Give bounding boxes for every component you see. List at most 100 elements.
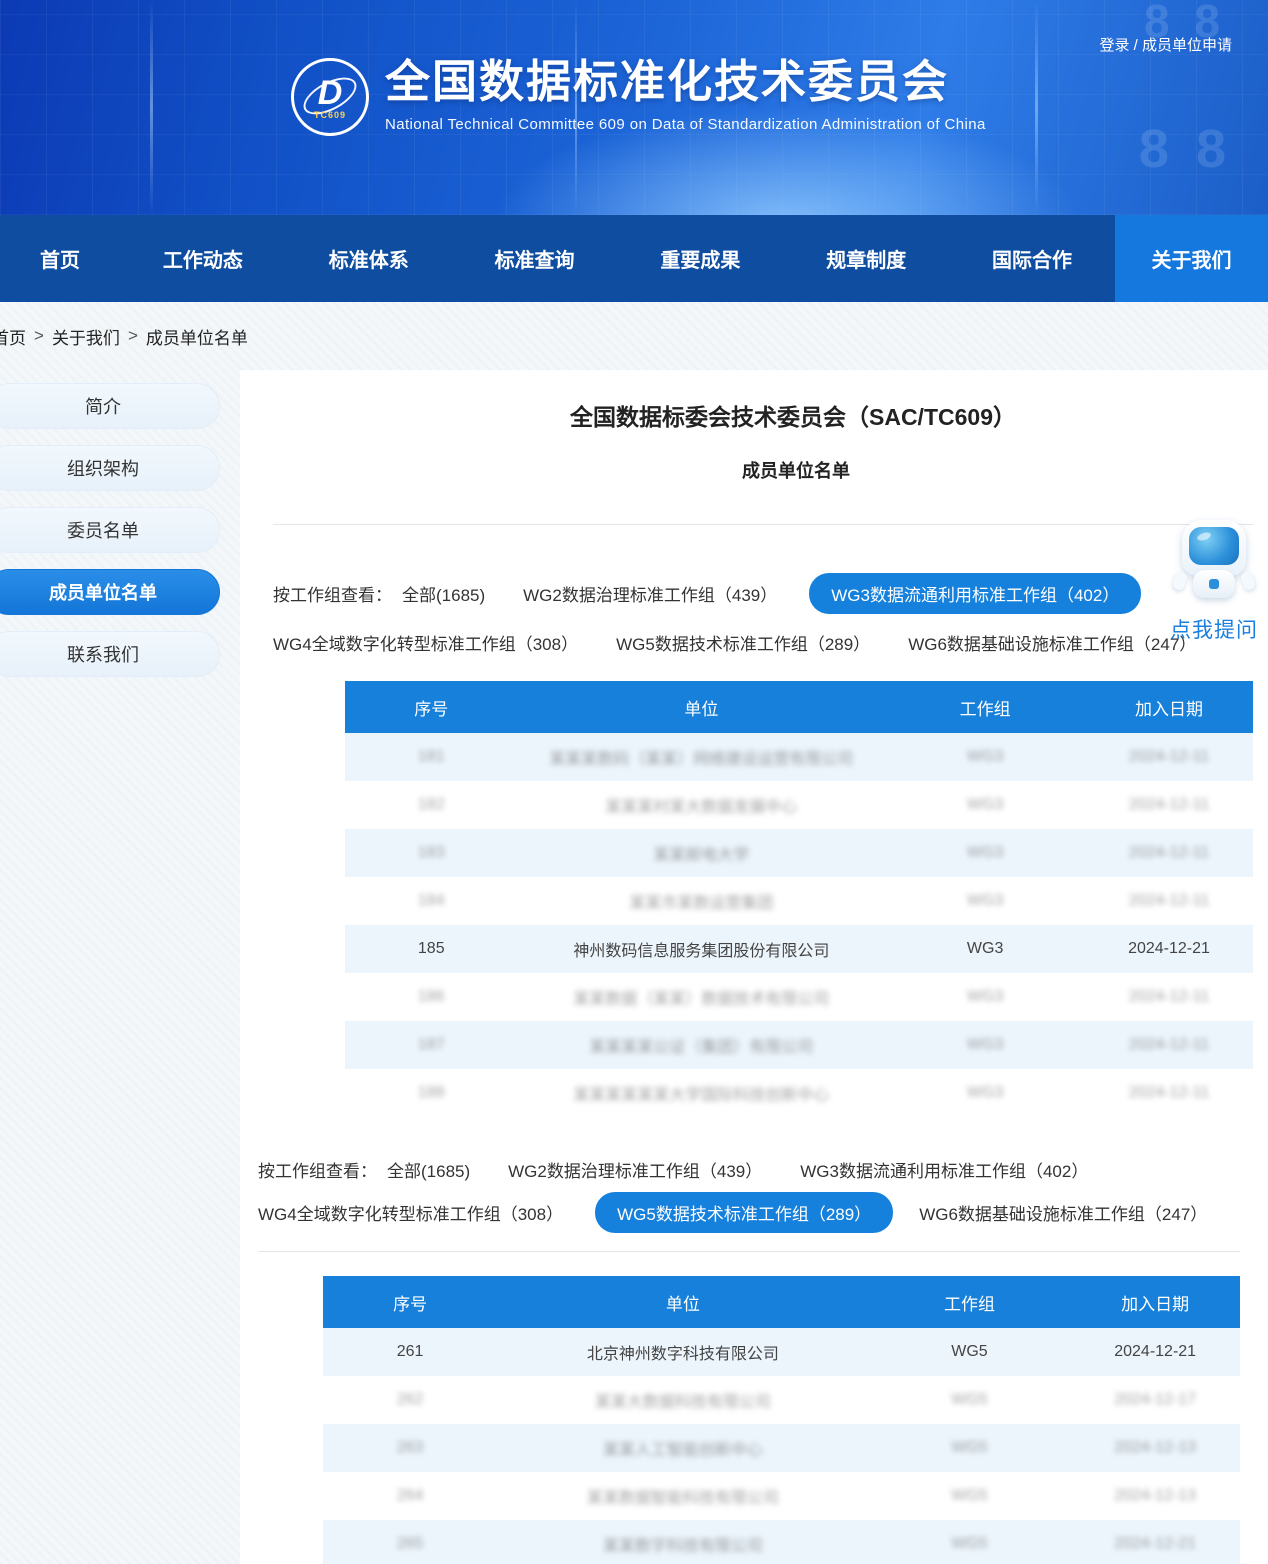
cell-join-date: 2024-12-11: [1129, 748, 1210, 765]
table-row: 264 某某数据智能科技有限公司 WG5 2024-12-13: [323, 1472, 1240, 1520]
table-row: 261 北京神州数字科技有限公司 WG5 2024-12-21: [323, 1328, 1240, 1376]
ask-me-label[interactable]: 点我提问: [1166, 614, 1262, 644]
breadcrumb-current: 成员单位名单: [146, 324, 248, 349]
cell-join-date: 2024-12-11: [1129, 844, 1210, 861]
cell-unit: 某某邮电大学: [653, 847, 749, 864]
col-header-no: 序号: [323, 1276, 497, 1328]
table-row: 263 某某人工智能创新中心 WG5 2024-12-13: [323, 1424, 1240, 1472]
cell-no: 262: [397, 1391, 424, 1408]
chat-assistant[interactable]: 点我提问: [1166, 520, 1262, 644]
cell-workgroup: WG3: [967, 844, 1003, 861]
table-row: 184 某某市某数运营集团 WG3 2024-12-11: [345, 877, 1253, 925]
breadcrumb-separator: >: [128, 326, 138, 346]
sidebar-item-org-structure[interactable]: 组织架构: [0, 445, 220, 491]
table-row: 262 某某大数据科技有限公司 WG5 2024-12-17: [323, 1376, 1240, 1424]
cell-no: 182: [418, 796, 445, 813]
divider: [273, 524, 1253, 525]
logo-letter: D: [294, 61, 366, 133]
robot-body-icon: [1193, 570, 1235, 598]
sidebar-item-contact-us[interactable]: 联系我们: [0, 631, 220, 677]
filter-wg5[interactable]: WG5数据技术标准工作组（289）: [616, 630, 870, 655]
cell-workgroup: WG5: [951, 1439, 987, 1456]
cell-join-date: 2024-12-21: [1114, 1535, 1196, 1552]
logo-code: TC609: [294, 110, 366, 120]
cell-no: 185: [418, 940, 445, 957]
nav-item-work-news[interactable]: 工作动态: [120, 215, 286, 302]
cell-no: 183: [418, 844, 445, 861]
col-header-join-date: 加入日期: [1070, 1276, 1240, 1328]
filter-wg2[interactable]: WG2数据治理标准工作组（439）: [508, 1157, 762, 1182]
filter-wg3[interactable]: WG3数据流通利用标准工作组（402）: [800, 1157, 1088, 1182]
robot-arm-icon: [1240, 571, 1257, 592]
cell-unit: 某某数据（某某）数据技术有限公司: [573, 991, 829, 1008]
cell-workgroup: WG5: [951, 1343, 987, 1360]
col-header-unit: 单位: [518, 681, 886, 733]
breadcrumb-home[interactable]: 首页: [0, 324, 26, 349]
breadcrumb-about[interactable]: 关于我们: [52, 324, 120, 349]
filter-wg2[interactable]: WG2数据治理标准工作组（439）: [523, 581, 777, 606]
filter-all[interactable]: 全部(1685): [402, 581, 485, 606]
cell-workgroup: WG3: [967, 940, 1003, 957]
cell-unit: 神州数码信息服务集团股份有限公司: [573, 943, 829, 960]
filter-wg3[interactable]: WG3数据流通利用标准工作组（402）: [809, 573, 1141, 614]
table-row: 187 某某某某公证（集团）有限公司 WG3 2024-12-11: [345, 1021, 1253, 1069]
cell-no: 264: [397, 1487, 424, 1504]
filter-wg6[interactable]: WG6数据基础设施标准工作组（247）: [919, 1200, 1207, 1225]
cell-unit: 某某某村某大数据发展中心: [605, 799, 797, 816]
cell-workgroup: WG3: [967, 748, 1003, 765]
filter-all[interactable]: 全部(1685): [387, 1157, 470, 1182]
cell-no: 184: [418, 892, 445, 909]
nav-item-about-us[interactable]: 关于我们: [1115, 215, 1268, 302]
cell-unit: 某某人工智能创新中心: [603, 1442, 763, 1459]
cell-workgroup: WG5: [951, 1535, 987, 1552]
cell-workgroup: WG3: [967, 988, 1003, 1005]
table-row: 265 某某数字科技有限公司 WG5 2024-12-21: [323, 1520, 1240, 1564]
filter-wg4[interactable]: WG4全域数字化转型标准工作组（308）: [273, 630, 578, 655]
cell-no: 261: [397, 1343, 424, 1360]
sidebar-item-intro[interactable]: 简介: [0, 383, 220, 429]
nav-item-international[interactable]: 国际合作: [949, 215, 1115, 302]
filter-wg5[interactable]: WG5数据技术标准工作组（289）: [595, 1192, 893, 1233]
col-header-unit: 单位: [497, 1276, 868, 1328]
table-row: 188 某某某某某某大学国际科技创新中心 WG3 2024-12-11: [345, 1069, 1253, 1117]
breadcrumb-separator: >: [34, 326, 44, 346]
main-content: 全国数据标委会技术委员会（SAC/TC609） 成员单位名单 按工作组查看： 全…: [240, 370, 1268, 1564]
sidebar: 简介 组织架构 委员名单 成员单位名单 联系我们: [0, 370, 220, 1564]
sidebar-item-member-units[interactable]: 成员单位名单: [0, 569, 220, 615]
cell-unit: 某某某数码（某某）网络建设运营有限公司: [549, 751, 853, 768]
breadcrumb: 首页 > 关于我们 > 成员单位名单: [0, 302, 1260, 370]
sidebar-item-committee-list[interactable]: 委员名单: [0, 507, 220, 553]
col-header-workgroup: 工作组: [885, 681, 1085, 733]
banner-streak: [150, 0, 153, 215]
cell-no: 265: [397, 1535, 424, 1552]
site-title: 全国数据标准化技术委员会: [385, 52, 986, 112]
nav-item-standard-system[interactable]: 标准体系: [286, 215, 452, 302]
cell-workgroup: WG5: [951, 1391, 987, 1408]
nav-item-home[interactable]: 首页: [0, 215, 120, 302]
site-subtitle-en: National Technical Committee 609 on Data…: [385, 116, 986, 133]
cell-join-date: 2024-12-11: [1129, 892, 1210, 909]
table-header-row: 序号 单位 工作组 加入日期: [345, 681, 1253, 733]
col-header-no: 序号: [345, 681, 518, 733]
cell-join-date: 2024-12-11: [1129, 988, 1210, 1005]
filter-wg6[interactable]: WG6数据基础设施标准工作组（247）: [908, 630, 1196, 655]
nav-item-achievements[interactable]: 重要成果: [617, 215, 783, 302]
cell-unit: 某某某某某某大学国际科技创新中心: [573, 1087, 829, 1104]
robot-arm-icon: [1172, 571, 1189, 592]
cell-join-date: 2024-12-11: [1129, 1036, 1210, 1053]
filter-wg4[interactable]: WG4全域数字化转型标准工作组（308）: [258, 1200, 563, 1225]
cell-workgroup: WG3: [967, 796, 1003, 813]
filter-block-wg5: 按工作组查看： 全部(1685) WG2数据治理标准工作组（439） WG3数据…: [258, 1157, 1268, 1233]
cell-no: 263: [397, 1439, 424, 1456]
cell-workgroup: WG3: [967, 892, 1003, 909]
page-title: 全国数据标委会技术委员会（SAC/TC609）: [240, 402, 1268, 432]
cell-unit: 某某市某数运营集团: [629, 895, 773, 912]
member-table-wg3: 序号 单位 工作组 加入日期 181 某某某数码（某某）网络建设运营有限公司 W…: [345, 681, 1253, 1117]
nav-item-regulations[interactable]: 规章制度: [783, 215, 949, 302]
table-row: 182 某某某村某大数据发展中心 WG3 2024-12-11: [345, 781, 1253, 829]
login-member-apply-link[interactable]: 登录 / 成员单位申请: [1099, 34, 1232, 55]
cell-unit: 某某某某公证（集团）有限公司: [589, 1039, 813, 1056]
filter-by-group-label: 按工作组查看：: [273, 581, 392, 606]
cell-join-date: 2024-12-11: [1129, 1084, 1210, 1101]
nav-item-standard-search[interactable]: 标准查询: [452, 215, 618, 302]
